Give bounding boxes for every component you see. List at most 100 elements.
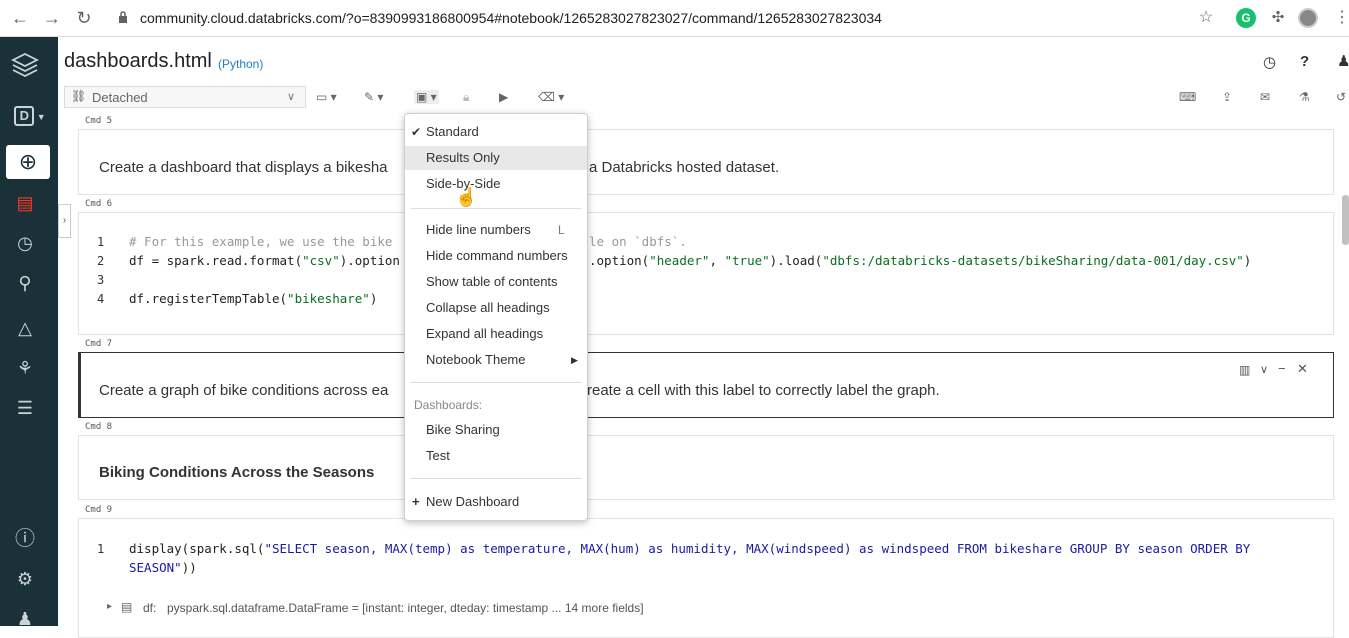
address-bar[interactable]: community.cloud.databricks.com/?o=839099…: [140, 10, 882, 26]
expand-panel-chevron-icon[interactable]: ›: [58, 204, 71, 238]
profile-avatar[interactable]: [1298, 8, 1318, 28]
menu-item-collapse-headings[interactable]: Collapse all headings: [405, 296, 587, 320]
line-number: 4: [97, 292, 105, 306]
recents-clock-icon[interactable]: ◷: [10, 228, 40, 258]
help-icon[interactable]: ⓘ: [10, 524, 40, 554]
forward-icon[interactable]: →: [40, 6, 64, 30]
grammarly-extension-icon[interactable]: G: [1236, 8, 1256, 28]
cell-text: Create a dashboard that displays a bikes…: [99, 159, 388, 176]
table-icon: ▤: [121, 600, 133, 614]
expand-chevron-icon[interactable]: ▸: [107, 601, 112, 612]
view-dropdown-menu: ✔ Standard Results Only Side-by-Side ☝ Hi…: [404, 113, 588, 521]
markdown-cell[interactable]: Biking Conditions Across the Seasons: [78, 435, 1334, 500]
line-number: 1: [97, 542, 105, 556]
code-line: SEASON")): [129, 560, 197, 575]
line-number: 1: [97, 235, 105, 249]
cell-text: reate a cell with this label to correctl…: [587, 382, 940, 399]
menu-item-dashboard[interactable]: Test: [405, 444, 587, 468]
user-icon[interactable]: ♟: [10, 604, 40, 634]
markdown-cell[interactable]: Create a dashboard that displays a bikes…: [78, 129, 1334, 195]
account-icon[interactable]: ♟: [1337, 52, 1349, 70]
notebook-content: › Cmd 5 Create a dashboard that displays…: [58, 112, 1349, 638]
scrollbar-thumb[interactable]: [1342, 195, 1349, 245]
search-icon[interactable]: ⚲: [10, 268, 40, 298]
layers-logo-icon[interactable]: [10, 51, 40, 81]
cell-heading: Biking Conditions Across the Seasons: [99, 464, 375, 481]
df-label: df:: [143, 601, 157, 615]
df-schema: pyspark.sql.dataframe.DataFrame = [insta…: [167, 601, 644, 615]
menu-item-notebook-theme[interactable]: Notebook Theme ▶: [405, 348, 587, 372]
code-line: df = spark.read.format("csv").option: [129, 253, 400, 268]
code-line: # For this example, we use the bike: [129, 234, 393, 249]
cmd-label: Cmd 6: [85, 199, 113, 209]
cluster-status: Detached: [92, 90, 148, 105]
menu-divider: [411, 478, 581, 479]
menu-item-show-toc[interactable]: Show table of contents: [405, 270, 587, 294]
dashboards-header: Dashboards:: [414, 398, 483, 412]
share-icon[interactable]: ⇪: [1222, 90, 1232, 104]
cmd-label: Cmd 5: [85, 116, 113, 126]
menu-item-new-dashboard[interactable]: + New Dashboard: [405, 490, 587, 514]
chevron-down-icon[interactable]: ∨: [1260, 363, 1268, 376]
code-line: display(spark.sql("SELECT season, MAX(te…: [129, 541, 1251, 556]
code-line: le on `dbfs`.: [589, 234, 687, 249]
sidebar: D ▼ ⊕ ▤ ◷ ⚲ △ ⚘ ☰ ⓘ ⚙ ♟: [0, 37, 58, 629]
cluster-tree-icon: ⛓: [71, 89, 87, 103]
menu-item-expand-headings[interactable]: Expand all headings: [405, 322, 587, 346]
menu-item-standard[interactable]: ✔ Standard: [405, 120, 587, 144]
permissions-lock-icon[interactable]: 🔒︎: [463, 90, 469, 105]
chart-icon[interactable]: ▥: [1239, 363, 1250, 377]
clear-menu-icon[interactable]: ⌫ ▾: [538, 90, 564, 104]
create-icon[interactable]: ⊕: [6, 145, 50, 179]
menu-item-side-by-side[interactable]: Side-by-Side: [405, 172, 587, 196]
bookmark-star-icon[interactable]: ☆: [1194, 6, 1218, 30]
cmd-label: Cmd 9: [85, 505, 113, 515]
menu-item-dashboard[interactable]: Bike Sharing: [405, 418, 587, 442]
edit-menu-icon[interactable]: ✎ ▾: [364, 90, 383, 104]
menu-item-hide-line-numbers[interactable]: Hide line numbers L: [405, 218, 587, 242]
revision-history-icon[interactable]: ◷: [1263, 53, 1276, 71]
notebook-title[interactable]: dashboards.html: [64, 50, 212, 73]
run-all-icon[interactable]: ▶: [499, 90, 508, 104]
menu-item-results-only[interactable]: Results Only: [405, 146, 587, 170]
keyboard-shortcuts-icon[interactable]: ⌨: [1179, 90, 1196, 104]
extensions-puzzle-icon[interactable]: ✣: [1266, 6, 1290, 30]
line-number: 2: [97, 254, 105, 268]
back-icon[interactable]: ←: [8, 6, 32, 30]
comments-icon[interactable]: ✉: [1260, 90, 1270, 104]
minimize-icon[interactable]: −: [1278, 361, 1286, 376]
code-cell[interactable]: 1 2 3 4 # For this example, we use the b…: [78, 212, 1334, 335]
experiment-flask-icon[interactable]: ⚗: [1299, 90, 1310, 104]
browser-toolbar: ← → ↻ community.cloud.databricks.com/?o=…: [0, 0, 1349, 37]
plus-icon: +: [412, 494, 420, 509]
menu-divider: [411, 208, 581, 209]
cmd-label: Cmd 8: [85, 422, 113, 432]
code-line: df.registerTempTable("bikeshare"): [129, 291, 378, 306]
data-shapes-icon[interactable]: △: [10, 313, 40, 343]
line-number: 3: [97, 273, 105, 287]
notebook-language[interactable]: (Python): [218, 57, 263, 71]
models-icon[interactable]: ⚘: [10, 353, 40, 383]
help-question-icon[interactable]: ?: [1300, 53, 1309, 70]
code-line: .option("header", "true").load("dbfs:/da…: [589, 253, 1252, 268]
menu-divider: [411, 382, 581, 383]
menu-item-hide-command-numbers[interactable]: Hide command numbers: [405, 244, 587, 268]
lock-icon: [119, 11, 127, 23]
browser-menu-icon[interactable]: ⋮: [1330, 6, 1349, 30]
file-menu-icon[interactable]: ▭ ▾: [316, 90, 337, 104]
close-icon[interactable]: ✕: [1297, 361, 1308, 377]
jobs-list-icon[interactable]: ☰: [10, 393, 40, 423]
view-menu-icon[interactable]: ▣ ▾: [414, 90, 439, 104]
history-icon[interactable]: ↺: [1336, 90, 1346, 104]
settings-gear-icon[interactable]: ⚙: [10, 564, 40, 594]
cell-text: a Databricks hosted dataset.: [589, 159, 780, 176]
reload-icon[interactable]: ↻: [72, 6, 96, 30]
cmd-label: Cmd 7: [85, 339, 113, 349]
workspace-switcher-icon[interactable]: D ▼: [12, 99, 48, 129]
markdown-cell-selected[interactable]: Create a graph of bike conditions across…: [78, 352, 1334, 418]
code-cell[interactable]: 1 display(spark.sql("SELECT season, MAX(…: [78, 518, 1334, 638]
cluster-select[interactable]: ⛓ Detached ∨: [64, 86, 306, 108]
checkmark-icon: ✔: [411, 125, 422, 139]
notebook-icon[interactable]: ▤: [10, 188, 40, 218]
cell-text: Create a graph of bike conditions across…: [99, 382, 389, 399]
